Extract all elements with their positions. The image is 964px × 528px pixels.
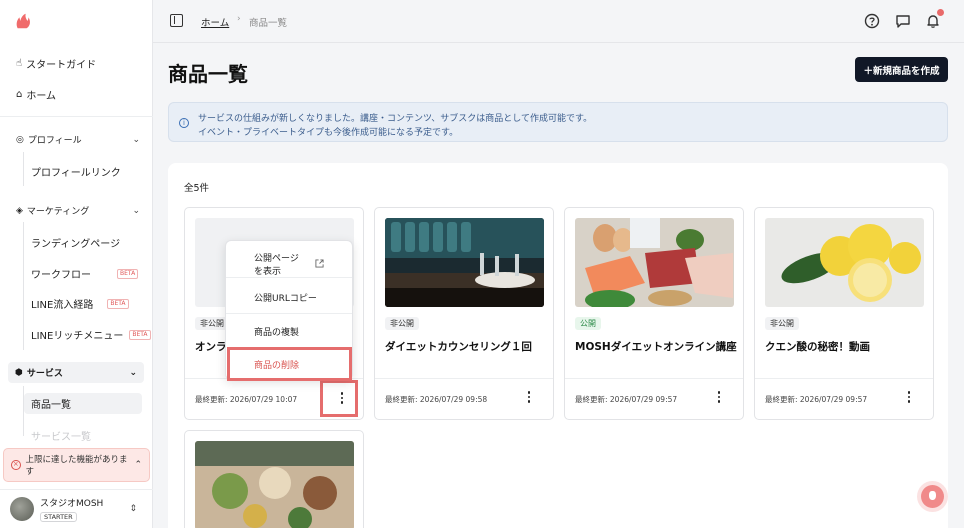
status-badge: 非公開 [385,317,419,330]
status-badge: 非公開 [195,317,229,330]
beta-badge: BETA [107,298,129,309]
more-options-icon[interactable] [713,389,725,405]
sidebar: ☝ スタートガイド ⌂ ホーム ◎ プロフィール ⌄ プロフィールリンク ◈ マ… [0,0,153,528]
sidebar-item-line-inflow[interactable]: LINE流入経路 BETA [31,296,129,311]
nav-start-guide[interactable]: ☝ スタートガイド [16,56,96,71]
last-updated: 最終更新: 2026/07/29 09:58 [385,395,488,404]
product-thumbnail [575,218,734,307]
menu-duplicate[interactable]: 商品の複製 [254,325,299,338]
help-icon[interactable] [864,13,880,29]
sidebar-item-services[interactable]: サービス一覧 [31,428,91,443]
product-thumbnail [195,441,354,528]
home-icon: ⌂ [16,89,23,100]
sidebar-item-landing-page[interactable]: ランディングページ [31,235,120,250]
account-name: スタジオMOSH [40,499,104,509]
external-link-icon [315,259,324,268]
beta-badge: BETA [117,268,139,279]
user-circle-icon: ◎ [16,134,24,145]
sidebar-item-products[interactable]: 商品一覧 [24,393,142,414]
info-icon: i [179,118,189,128]
product-title: オンラ [195,341,227,353]
status-badge: 非公開 [765,317,799,330]
limit-notice[interactable]: × 上限に達した機能があります ⌃ [3,448,150,482]
menu-copy-url[interactable]: 公開URLコピー [254,291,317,304]
info-text-line2: イベント・プライベートタイプも今後作成可能になる予定です。 [198,128,459,138]
sidebar-item-profile-link[interactable]: プロフィールリンク [31,164,121,179]
product-card[interactable]: 公開 MOSHダイエットオンライン講座 最終更新: 2026/07/29 09:… [564,207,744,420]
nav-profile-section[interactable]: ◎ プロフィール ⌄ [16,133,140,147]
kebab-highlight [320,380,358,417]
hand-icon: ☝ [16,58,23,69]
more-options-icon[interactable] [903,389,915,405]
nav-marketing-section[interactable]: ◈ マーケティング ⌄ [16,204,140,218]
alert-circle-icon: × [11,460,21,470]
megaphone-icon: ◈ [16,205,23,216]
menu-view-public-page[interactable]: 公開ページ を表示 [254,251,299,277]
product-title: クエン酸の秘密！動画 [765,341,870,353]
brand-logo-icon[interactable] [14,12,32,30]
page-title: 商品一覧 [168,62,248,86]
more-options-icon[interactable] [336,390,348,406]
breadcrumb-home[interactable]: ホーム [201,15,229,29]
box-icon: ⬢ [15,367,23,378]
sidebar-divider [0,116,153,117]
nav-service-section[interactable]: ⬢ サービス ⌄ [8,362,144,383]
product-count: 全5件 [184,183,210,194]
breadcrumb-current: 商品一覧 [249,18,288,29]
delete-label: 商品の削除 [254,361,300,371]
info-banner: i サービスの仕組みが新しくなりました。講座・コンテンツ、サブスクは商品として作… [168,102,948,142]
nav-home[interactable]: ⌂ ホーム [16,87,56,102]
notification-dot [937,9,944,16]
chat-icon[interactable] [895,13,911,29]
menu-delete[interactable]: 商品の削除 [227,347,352,381]
product-card[interactable] [184,430,364,528]
product-title: ダイエットカウンセリング１回 [385,341,532,353]
sidebar-item-line-rich-menu[interactable]: LINEリッチメニュー BETA [31,327,151,342]
product-card[interactable]: 非公開 ダイエットカウンセリング１回 最終更新: 2026/07/29 09:5… [374,207,554,420]
sidebar-item-workflow[interactable]: ワークフロー BETA [31,266,139,281]
product-card[interactable]: 非公開 クエン酸の秘密！動画 最終更新: 2026/07/29 09:57 [754,207,934,420]
plan-badge: STARTER [40,512,77,522]
more-options-icon[interactable] [523,389,535,405]
topbar: ホーム › 商品一覧 [153,0,964,43]
chevron-up-icon: ⌃ [134,460,142,470]
last-updated: 最終更新: 2026/07/29 10:07 [195,395,298,404]
status-badge: 公開 [575,317,601,330]
account-switcher[interactable]: スタジオMOSH STARTER ⇕ [0,489,153,528]
chevron-down-icon: ⌄ [132,134,140,145]
create-product-button[interactable]: ＋新規商品を作成 [855,57,948,82]
sidebar-toggle-icon[interactable] [170,14,183,27]
breadcrumb-separator: › [237,14,241,24]
chevron-down-icon: ⌄ [132,205,140,216]
info-text-line1: サービスの仕組みが新しくなりました。講座・コンテンツ、サブスクは商品として作成可… [198,114,593,124]
product-thumbnail [765,218,924,307]
last-updated: 最終更新: 2026/07/29 09:57 [765,395,868,404]
product-title: MOSHダイエットオンライン講座 [575,341,737,353]
chevron-updown-icon: ⇕ [129,504,137,514]
last-updated: 最終更新: 2026/07/29 09:57 [575,395,678,404]
avatar [10,497,34,521]
chevron-down-icon: ⌄ [129,367,137,378]
beta-badge: BETA [129,329,151,340]
product-thumbnail [385,218,544,307]
support-chat-icon[interactable] [921,485,944,508]
